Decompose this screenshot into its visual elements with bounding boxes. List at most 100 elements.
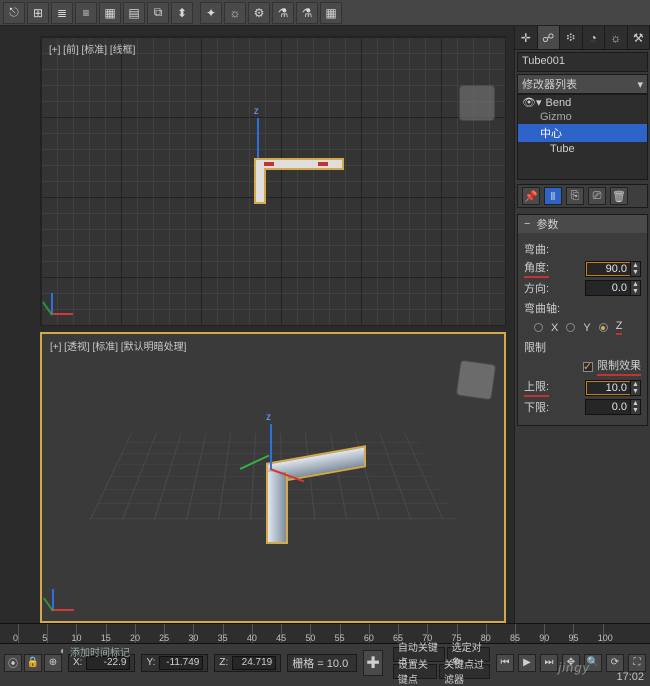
toolbar-btn-11[interactable]: ⚗ bbox=[272, 2, 294, 24]
rollout-parameters-title: 参数 bbox=[536, 216, 558, 232]
nav-play[interactable]: ▶ bbox=[518, 654, 536, 672]
tab-motion[interactable]: ◔ bbox=[583, 26, 606, 49]
main-area: [+] [前] [标准] [线框] [+] [透视] [标准] [默认明暗处理] bbox=[0, 26, 650, 623]
toolbar-btn-5[interactable]: ▤ bbox=[123, 2, 145, 24]
expand-icon[interactable]: ▾ bbox=[536, 96, 542, 109]
direction-up[interactable]: ▲ bbox=[630, 281, 640, 288]
mod-gizmo-label: Gizmo bbox=[540, 111, 572, 123]
pin-stack-button[interactable]: 📌 bbox=[522, 187, 540, 205]
tab-modify[interactable]: ☍ bbox=[538, 26, 561, 49]
viewport-front[interactable]: [+] [前] [标准] [线框] bbox=[40, 36, 506, 326]
axis-y-radio[interactable] bbox=[566, 323, 575, 332]
coord-y[interactable]: Y: -11.749 bbox=[141, 654, 208, 672]
rollout-parameters-header[interactable]: − 参数 bbox=[518, 215, 647, 233]
tick-40: 40 bbox=[247, 633, 257, 643]
lower-limit-value[interactable]: 0.0 bbox=[586, 401, 630, 413]
modifier-stack[interactable]: 👁 ▾ Bend Gizmo 中心 Tube bbox=[517, 94, 648, 180]
angle-label: 角度: bbox=[524, 259, 549, 278]
lower-limit-spinner[interactable]: 0.0 ▲▼ bbox=[585, 399, 641, 415]
nav-prev-key[interactable]: ⏮ bbox=[496, 654, 514, 672]
toolbar-btn-1[interactable]: ⊞ bbox=[27, 2, 49, 24]
toolbar-btn-0[interactable]: ⎋ bbox=[3, 2, 25, 24]
set-key-button[interactable]: 设置关键点 bbox=[393, 664, 437, 679]
group-bend-label: 弯曲: bbox=[524, 241, 641, 257]
upper-limit-label: 上限: bbox=[524, 378, 549, 397]
group-limit-label: 限制 bbox=[524, 339, 641, 355]
tick-25: 25 bbox=[159, 633, 169, 643]
tab-create[interactable]: ✛ bbox=[515, 26, 538, 49]
toolbar-btn-4[interactable]: ▦ bbox=[99, 2, 121, 24]
viewcube-front[interactable] bbox=[459, 85, 495, 121]
status-icon-1[interactable]: ⦿ bbox=[4, 654, 22, 672]
lock-icon[interactable]: 🔒 bbox=[24, 654, 42, 672]
toolbar-btn-2[interactable]: ≣ bbox=[51, 2, 73, 24]
show-end-result-button[interactable]: Ⅱ bbox=[544, 187, 562, 205]
axis-x-radio[interactable] bbox=[534, 323, 543, 332]
upper-down[interactable]: ▼ bbox=[630, 388, 640, 395]
toolbar-btn-12[interactable]: ⚗ bbox=[296, 2, 318, 24]
nav-max[interactable]: ⛶ bbox=[628, 654, 646, 672]
tab-hierarchy[interactable]: ፨ bbox=[560, 26, 583, 49]
toolbar-btn-6[interactable]: ⧉ bbox=[147, 2, 169, 24]
toolbar-btn-10[interactable]: ⚙ bbox=[248, 2, 270, 24]
mod-center[interactable]: 中心 bbox=[518, 124, 647, 142]
tick-45: 45 bbox=[276, 633, 286, 643]
direction-down[interactable]: ▼ bbox=[630, 288, 640, 295]
visibility-icon[interactable]: 👁 bbox=[522, 96, 532, 109]
axis-y-label: Y bbox=[583, 322, 590, 334]
nav-orbit[interactable]: ⟳ bbox=[606, 654, 624, 672]
nav-next-key[interactable]: ⏭ bbox=[540, 654, 558, 672]
lower-up[interactable]: ▲ bbox=[630, 400, 640, 407]
toolbar-btn-8[interactable]: ✦ bbox=[200, 2, 222, 24]
upper-limit-value[interactable]: 10.0 bbox=[586, 382, 630, 394]
configure-sets-button[interactable]: 🗑 bbox=[610, 187, 628, 205]
mod-bend[interactable]: 👁 ▾ Bend bbox=[518, 95, 647, 110]
tick-0: 0 bbox=[13, 633, 18, 643]
angle-value[interactable]: 90.0 bbox=[586, 263, 630, 275]
mod-tube[interactable]: Tube bbox=[518, 142, 647, 156]
mod-gizmo[interactable]: Gizmo bbox=[518, 110, 647, 124]
top-toolbar: ⎋ ⊞ ≣ ≡ ▦ ▤ ⧉ ⬍ ✦ ☼ ⚙ ⚗ ⚗ ▦ bbox=[0, 0, 650, 26]
angle-down[interactable]: ▼ bbox=[630, 269, 640, 276]
modifier-list-dropdown[interactable]: 修改器列表 ▾ bbox=[517, 74, 648, 94]
make-unique-button[interactable]: ⎘ bbox=[566, 187, 584, 205]
tick-100: 100 bbox=[598, 633, 613, 643]
toolbar-btn-9[interactable]: ☼ bbox=[224, 2, 246, 24]
viewport-front-label[interactable]: [+] [前] [标准] [线框] bbox=[49, 41, 135, 56]
limit-effect-checkbox[interactable] bbox=[583, 362, 593, 372]
tag-icon: ◐ bbox=[60, 646, 66, 657]
grid-size-label: 栅格 = 10.0 bbox=[292, 655, 348, 671]
add-key-button[interactable]: ✚ bbox=[363, 650, 383, 676]
chevron-down-icon: ▾ bbox=[637, 78, 643, 91]
coord-z[interactable]: Z: 24.719 bbox=[214, 654, 281, 672]
coord-z-value[interactable]: 24.719 bbox=[232, 656, 276, 670]
toolbar-btn-13[interactable]: ▦ bbox=[320, 2, 342, 24]
object-name-field[interactable]: Tube001 bbox=[517, 52, 648, 72]
direction-spinner[interactable]: 0.0 ▲▼ bbox=[585, 280, 641, 296]
axis-z-label: Z bbox=[616, 320, 623, 335]
tick-20: 20 bbox=[130, 633, 140, 643]
toolbar-btn-3[interactable]: ≡ bbox=[75, 2, 97, 24]
remove-modifier-button[interactable]: ⎚ bbox=[588, 187, 606, 205]
key-filter-button[interactable]: 关键点过滤器 bbox=[439, 664, 490, 679]
tick-50: 50 bbox=[305, 633, 315, 643]
toolbar-btn-7[interactable]: ⬍ bbox=[171, 2, 193, 24]
add-time-tag[interactable]: ◐ 添加时间标记 bbox=[60, 644, 130, 659]
timeline[interactable]: 0 5 10 15 20 25 30 35 40 45 50 55 60 65 … bbox=[0, 623, 650, 643]
upper-limit-spinner[interactable]: 10.0 ▲▼ bbox=[585, 380, 641, 396]
modifier-list-label: 修改器列表 bbox=[522, 76, 577, 92]
coord-y-value[interactable]: -11.749 bbox=[159, 656, 203, 670]
upper-up[interactable]: ▲ bbox=[630, 381, 640, 388]
object-front-view bbox=[254, 158, 344, 204]
axis-z-radio[interactable] bbox=[599, 323, 608, 332]
tick-90: 90 bbox=[539, 633, 549, 643]
rollout-parameters: − 参数 弯曲: 角度: 90.0 ▲▼ 方向: 0.0 ▲▼ bbox=[517, 214, 648, 426]
angle-spinner[interactable]: 90.0 ▲▼ bbox=[585, 261, 641, 277]
angle-up[interactable]: ▲ bbox=[630, 262, 640, 269]
viewport-perspective[interactable]: [+] [透视] [标准] [默认明暗处理] z bbox=[40, 332, 506, 624]
tab-utilities[interactable]: ⚒ bbox=[628, 26, 650, 49]
command-panel: ✛ ☍ ፨ ◔ ☼ ⚒ Tube001 修改器列表 ▾ 👁 ▾ Bend Giz… bbox=[514, 26, 650, 623]
lower-down[interactable]: ▼ bbox=[630, 407, 640, 414]
direction-value[interactable]: 0.0 bbox=[586, 282, 630, 294]
tab-display[interactable]: ☼ bbox=[605, 26, 628, 49]
